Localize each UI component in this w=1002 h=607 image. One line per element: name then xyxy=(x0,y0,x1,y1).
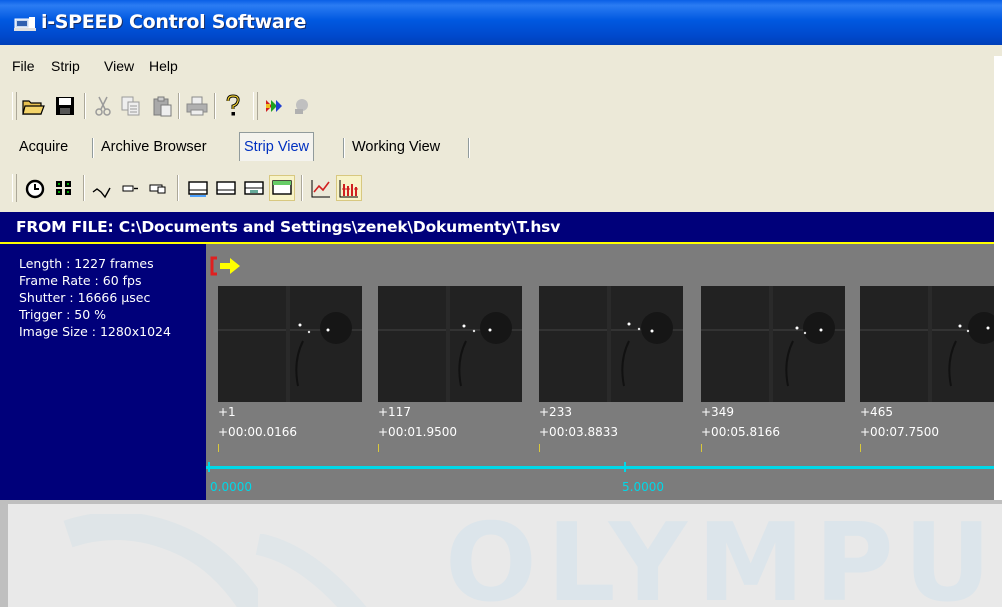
tab-divider xyxy=(343,138,345,158)
menu-strip[interactable]: Strip xyxy=(51,58,80,74)
frame-tick xyxy=(701,444,702,452)
frame-thumbnail[interactable] xyxy=(378,286,522,402)
save-icon[interactable] xyxy=(53,94,77,118)
timeline-bar[interactable] xyxy=(206,466,1002,469)
window-title: i-SPEED Control Software xyxy=(41,11,307,33)
frame-tick xyxy=(860,444,861,452)
tab-strip-view[interactable]: Strip View xyxy=(239,132,315,161)
zoom-in-icon[interactable] xyxy=(146,176,170,200)
print-icon xyxy=(185,94,209,118)
frame-tick xyxy=(378,444,379,452)
main-toolbar xyxy=(0,88,1002,124)
tab-divider xyxy=(468,138,470,158)
toolbar-grip[interactable] xyxy=(12,92,17,120)
info-shutter: Shutter : 16666 µsec xyxy=(19,290,151,305)
frame-thumbnail[interactable] xyxy=(860,286,1002,402)
info-image-size: Image Size : 1280x1024 xyxy=(19,324,171,339)
disabled-icon xyxy=(290,94,314,118)
tab-acquire[interactable]: Acquire xyxy=(15,135,72,159)
watermark-shape-icon xyxy=(255,534,367,607)
frame-number: +349 xyxy=(701,405,734,419)
help-icon[interactable] xyxy=(221,94,245,118)
window-right-edge xyxy=(994,56,1002,500)
frame-time: +00:03.8833 xyxy=(539,425,618,439)
info-length: Length : 1227 frames xyxy=(19,256,154,271)
view-toolbar xyxy=(0,170,1002,206)
clock-icon[interactable] xyxy=(23,176,47,200)
open-folder-icon[interactable] xyxy=(21,94,45,118)
cut-icon xyxy=(91,94,115,118)
frame-time: +00:01.9500 xyxy=(378,425,457,439)
toolbar-separator xyxy=(178,93,180,119)
tab-bar: Acquire Archive Browser Strip View Worki… xyxy=(0,132,1002,162)
color-arrow-icon[interactable] xyxy=(263,94,287,118)
timeline-tick xyxy=(624,462,626,472)
frame-time: +00:07.7500 xyxy=(860,425,939,439)
toolbar-grip[interactable] xyxy=(12,174,17,202)
frame-thumbnail[interactable] xyxy=(218,286,362,402)
timeline-tick xyxy=(208,462,210,472)
bar-chart-icon[interactable] xyxy=(336,175,362,201)
frame-number: +233 xyxy=(539,405,572,419)
layout-bottom-icon[interactable] xyxy=(186,176,210,200)
menu-bar: File Strip View Help xyxy=(0,56,1002,80)
strip-area[interactable]: +1 +00:00.0166 +117 +00:01.9500 +233 +00… xyxy=(206,244,1002,500)
layout-active-icon[interactable] xyxy=(269,175,295,201)
strip-start-arrow-icon[interactable] xyxy=(210,256,244,276)
zoom-out-icon[interactable] xyxy=(118,176,142,200)
frame-tick xyxy=(218,444,219,452)
file-header: FROM FILE: C:\Documents and Settings\zen… xyxy=(0,212,1002,242)
menu-view[interactable]: View xyxy=(104,58,134,74)
menu-help[interactable]: Help xyxy=(149,58,178,74)
application-window: i-SPEED Control Software File Strip View… xyxy=(0,0,1002,607)
paste-icon xyxy=(150,94,174,118)
frame-time: +00:05.8166 xyxy=(701,425,780,439)
frame-number: +1 xyxy=(218,405,236,419)
toolbar-separator xyxy=(177,175,179,201)
file-path: FROM FILE: C:\Documents and Settings\zen… xyxy=(16,218,561,236)
frame-thumbnail[interactable] xyxy=(701,286,845,402)
toolbar-separator xyxy=(84,93,86,119)
title-bar[interactable]: i-SPEED Control Software xyxy=(0,0,1002,45)
line-chart-icon[interactable] xyxy=(309,176,333,200)
watermark-shape-icon xyxy=(63,514,258,607)
frame-tick xyxy=(539,444,540,452)
toolbar-separator xyxy=(301,175,303,201)
timeline-label: 0.0000 xyxy=(210,480,252,494)
bottom-panel: OLYMPUS xyxy=(0,500,1002,607)
copy-icon xyxy=(119,94,143,118)
graph-area[interactable]: OLYMPUS xyxy=(8,504,1002,607)
toolbar-grip[interactable] xyxy=(253,92,258,120)
tab-working-view[interactable]: Working View xyxy=(348,135,444,159)
frame-number: +465 xyxy=(860,405,893,419)
olympus-watermark: OLYMPUS xyxy=(445,504,1002,607)
layout-top-icon[interactable] xyxy=(214,176,238,200)
info-frame-rate: Frame Rate : 60 fps xyxy=(19,273,142,288)
waveform-icon[interactable] xyxy=(90,176,114,200)
grid-icon[interactable] xyxy=(52,176,76,200)
frame-number: +117 xyxy=(378,405,411,419)
timeline-label: 5.0000 xyxy=(622,480,664,494)
info-trigger: Trigger : 50 % xyxy=(19,307,107,322)
tab-archive-browser[interactable]: Archive Browser xyxy=(97,135,211,159)
toolbar-separator xyxy=(83,175,85,201)
frame-time: +00:00.0166 xyxy=(218,425,297,439)
tab-divider xyxy=(92,138,94,158)
toolbar-separator xyxy=(214,93,216,119)
layout-split-icon[interactable] xyxy=(242,176,266,200)
menu-file[interactable]: File xyxy=(12,58,35,74)
app-icon xyxy=(14,17,36,31)
info-panel: Length : 1227 frames Frame Rate : 60 fps… xyxy=(0,244,206,500)
frame-thumbnail[interactable] xyxy=(539,286,683,402)
